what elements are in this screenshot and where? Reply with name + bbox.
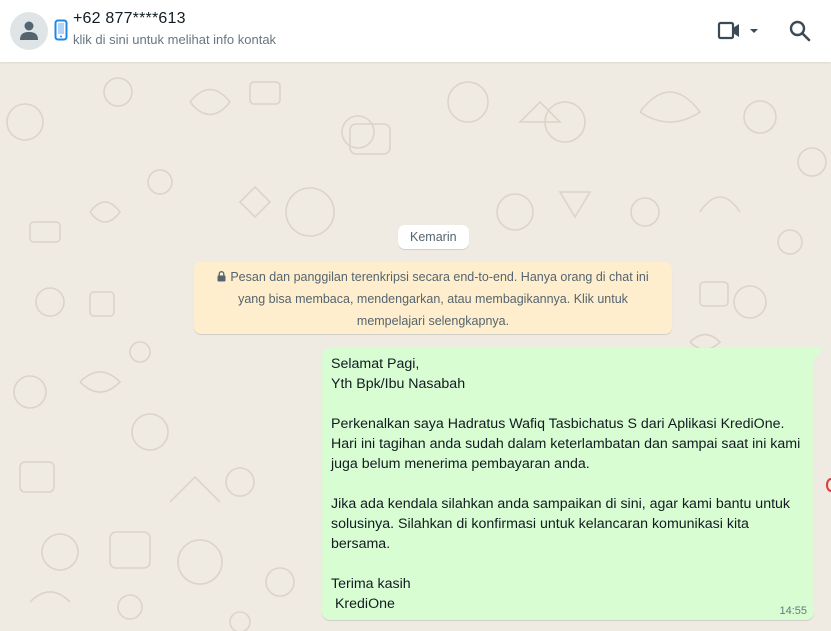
avatar[interactable] [10,12,48,50]
contact-name[interactable]: +62 877****613 [73,10,186,28]
bubble-tail [814,348,823,360]
message-text: Selamat Pagi, Yth Bpk/Ibu Nasabah Perken… [331,356,801,612]
encryption-notice-text: Pesan dan panggilan terenkripsi secara e… [230,270,649,328]
contact-info-link[interactable]: klik di sini untuk melihat info kontak [73,32,276,47]
encryption-notice[interactable]: Pesan dan panggilan terenkripsi secara e… [194,262,672,334]
search-button[interactable] [788,19,812,43]
chat-header[interactable]: +62 877****613 klik di sini untuk meliha… [0,0,831,62]
video-camera-icon [717,21,758,40]
person-icon [20,21,38,40]
outgoing-message[interactable]: Selamat Pagi, Yth Bpk/Ibu Nasabah Perken… [322,348,814,620]
search-icon [789,20,811,42]
lock-icon [217,271,226,282]
edge-indicator [826,478,831,492]
message-time: 14:55 [779,605,807,617]
date-divider: Kemarin [398,225,469,249]
video-call-button[interactable] [716,19,764,43]
mobile-phone-icon [54,19,68,41]
